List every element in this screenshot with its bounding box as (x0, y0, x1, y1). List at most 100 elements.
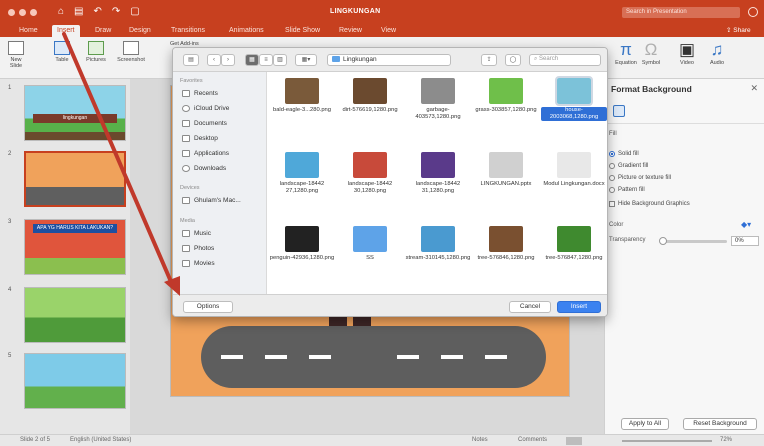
sidebar-item-movies[interactable]: Movies (182, 260, 215, 267)
search-presentation-input[interactable]: Search in Presentation (622, 7, 740, 18)
tab-draw[interactable]: Draw (90, 25, 116, 37)
sidebar-item-applications[interactable]: Applications (182, 150, 229, 157)
forward-button[interactable]: › (221, 54, 235, 66)
equation-button[interactable]: π Equation (614, 40, 638, 66)
solid-fill-radio[interactable]: Solid fill (609, 151, 639, 157)
sidebar-toggle-button[interactable]: ▤ (183, 54, 199, 66)
icon-view-button[interactable]: ▦ (245, 54, 259, 66)
tab-transitions[interactable]: Transitions (166, 25, 210, 37)
file-item[interactable]: garbage-403573,1280.png (405, 74, 471, 148)
cancel-button[interactable]: Cancel (509, 301, 551, 313)
tab-home[interactable]: Home (14, 25, 43, 37)
file-item-selected[interactable]: house-2003068,1280.png (541, 74, 607, 148)
fill-color-icon[interactable]: ◆▾ (741, 220, 751, 229)
audio-button[interactable]: ♫ Audio (706, 40, 728, 66)
slide-thumbnail-5[interactable] (24, 353, 126, 409)
sidebar-item-downloads[interactable]: Downloads (182, 165, 226, 172)
zoom-window-button[interactable] (30, 9, 37, 16)
close-window-button[interactable] (8, 9, 15, 16)
slide-thumbnail-4[interactable] (24, 287, 126, 343)
file-item[interactable]: landscape-18442 31,1280.png (405, 148, 471, 222)
options-button[interactable]: Options (183, 301, 233, 313)
sidebar-item-photos[interactable]: Photos (182, 245, 214, 252)
new-slide-button[interactable]: New Slide (4, 41, 28, 69)
sidebar-item-documents[interactable]: Documents (182, 120, 227, 127)
picture-fill-radio[interactable]: Picture or texture fill (609, 175, 671, 181)
pictures-button[interactable]: Pictures (84, 41, 108, 63)
slide-1-title: lingkungan (33, 114, 117, 123)
close-icon[interactable]: ✕ (750, 83, 758, 94)
comments-button[interactable]: Comments (518, 437, 547, 443)
folder-item[interactable]: SS (337, 222, 403, 296)
format-background-pane: Format Background ✕ Fill Solid fill Grad… (604, 79, 764, 434)
zoom-slider[interactable] (622, 440, 712, 442)
undo-icon[interactable]: ↶ (94, 6, 102, 17)
tag-icon[interactable]: ◯ (505, 54, 521, 66)
file-item[interactable]: tree-576847,1280.png (541, 222, 607, 296)
sidebar-item-music[interactable]: Music (182, 230, 211, 237)
file-item[interactable]: LINGKUNGAN.pptx (473, 148, 539, 222)
desktop-icon (182, 135, 190, 142)
slider-handle[interactable] (659, 237, 667, 245)
screenshot-button[interactable]: Screenshot (114, 41, 148, 63)
dialog-search-input[interactable]: ⌕ Search (529, 54, 601, 66)
transparency-slider[interactable] (659, 237, 727, 245)
file-item[interactable]: bald-eagle-3...280.png (269, 74, 335, 148)
insert-button[interactable]: Insert (557, 301, 601, 313)
transparency-input[interactable]: 0% (731, 236, 759, 246)
share-button[interactable]: ⇪ Share (726, 26, 751, 34)
sidebar-item-icloud[interactable]: iCloud Drive (182, 105, 229, 112)
file-item[interactable]: landscape-18442 27,1280.png (269, 148, 335, 222)
file-item[interactable]: dirt-576619,1280.png (337, 74, 403, 148)
slide-thumbnail-panel[interactable]: 1 lingkungan 2 3 APA YG HARUS KITA LAKUK… (0, 79, 130, 434)
normal-view-icon[interactable] (566, 437, 582, 445)
share-icon[interactable]: ⇪ (481, 54, 497, 66)
sidebar-item-desktop[interactable]: Desktop (182, 135, 218, 142)
window-controls[interactable] (8, 9, 37, 16)
tab-review[interactable]: Review (334, 25, 367, 37)
slide-thumbnail-2[interactable] (24, 151, 126, 207)
table-button[interactable]: Table (50, 41, 74, 63)
tab-slide-show[interactable]: Slide Show (280, 25, 325, 37)
gradient-fill-radio[interactable]: Gradient fill (609, 163, 648, 169)
tab-animations[interactable]: Animations (224, 25, 269, 37)
file-item[interactable]: penguin-42936,1280.png (269, 222, 335, 296)
quick-access-toolbar: ⌂ ▤ ↶ ↷ ▢ (58, 6, 140, 17)
location-select[interactable]: Lingkungan (327, 54, 451, 66)
file-item[interactable]: grass-303857,1280.png (473, 74, 539, 148)
tab-view[interactable]: View (376, 25, 401, 37)
list-view-button[interactable]: ≡ (259, 54, 273, 66)
column-view-button[interactable]: ▥ (273, 54, 287, 66)
account-icon[interactable] (748, 7, 758, 17)
apply-to-all-button[interactable]: Apply to All (621, 418, 669, 430)
hide-graphics-checkbox[interactable]: Hide Background Graphics (609, 201, 690, 207)
file-item[interactable]: landscape-18442 30,1280.png (337, 148, 403, 222)
sidebar-item-recents[interactable]: Recents (182, 90, 218, 97)
present-icon[interactable]: ▢ (130, 6, 139, 17)
tab-design[interactable]: Design (124, 25, 156, 37)
back-button[interactable]: ‹ (207, 54, 221, 66)
minimize-window-button[interactable] (19, 9, 26, 16)
save-icon[interactable]: ▤ (74, 6, 83, 17)
paint-bucket-icon[interactable] (613, 105, 625, 117)
redo-icon[interactable]: ↷ (112, 6, 120, 17)
file-thumbnail (421, 226, 455, 252)
sidebar-item-label: Documents (194, 120, 227, 127)
arrange-button[interactable]: ▦▾ (295, 54, 317, 66)
zoom-level[interactable]: 72% (720, 437, 732, 443)
sidebar-item-label: Ghulam's Mac... (194, 197, 241, 204)
sidebar-item-mac[interactable]: Ghulam's Mac... (182, 197, 241, 204)
pattern-fill-radio[interactable]: Pattern fill (609, 187, 645, 193)
video-button[interactable]: ▣ Video (676, 40, 698, 66)
home-icon[interactable]: ⌂ (58, 6, 64, 17)
file-item[interactable]: stream-310145,1280.png (405, 222, 471, 296)
language-indicator[interactable]: English (United States) (70, 437, 131, 443)
slide-thumbnail-3[interactable]: APA YG HARUS KITA LAKUKAN? (24, 219, 126, 275)
symbol-button[interactable]: Ω Symbol (640, 40, 662, 66)
slide-thumbnail-1[interactable]: lingkungan (24, 85, 126, 141)
reset-background-button[interactable]: Reset Background (683, 418, 757, 430)
file-item[interactable]: Modul Lingkungan.docx (541, 148, 607, 222)
notes-button[interactable]: Notes (472, 437, 488, 443)
tab-insert[interactable]: Insert (52, 25, 80, 37)
file-item[interactable]: tree-576846,1280.png (473, 222, 539, 296)
